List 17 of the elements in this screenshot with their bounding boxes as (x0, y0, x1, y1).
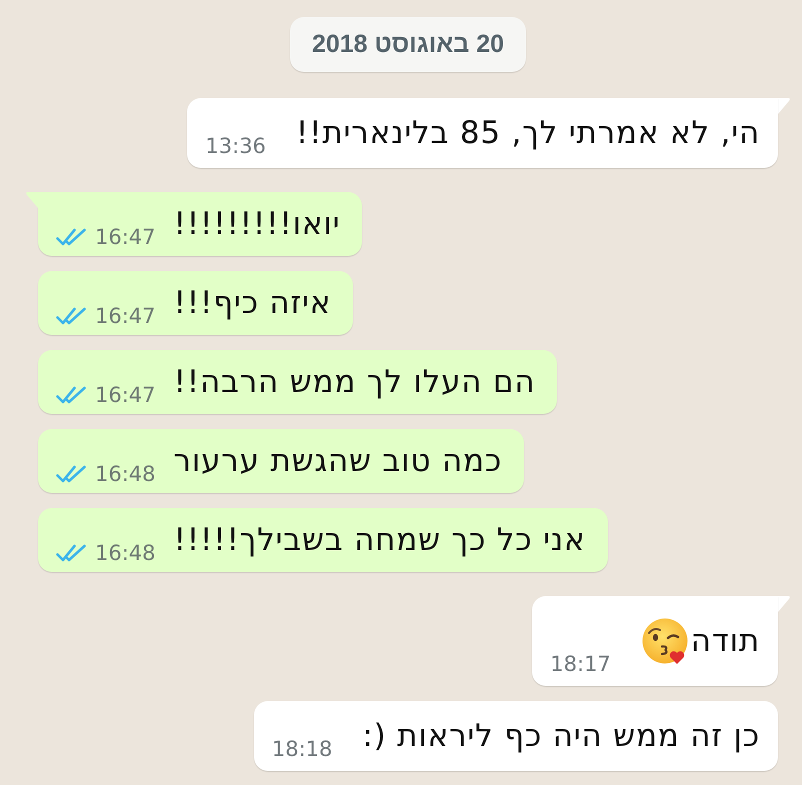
message-text: הי, לא אמרתי לך, 85 בלינארית!! (296, 114, 760, 153)
message-time: 16:48 (95, 461, 156, 487)
message-time: 18:17 (550, 651, 611, 677)
message-text: הם העלו לך ממש הרבה!! (174, 363, 536, 402)
message-time: 16:48 (95, 540, 156, 566)
message-time: 18:18 (272, 736, 332, 762)
date-chip: 20 באוגוסט 2018 (290, 17, 526, 72)
message-text: אני כל כך שמחה בשבילך!!!!! (174, 521, 586, 560)
message-time: 13:36 (205, 133, 266, 159)
message-text: איזה כיף!!! (174, 284, 332, 323)
message-text: יואו!!!!!!!!! (174, 205, 340, 244)
message-time: 16:47 (95, 303, 156, 329)
message-time: 16:47 (95, 224, 156, 250)
message-text: תודה (690, 622, 760, 661)
message-text: כמה טוב שהגשת ערעור (174, 442, 502, 481)
message-text: כן זה ממש היה כף ליראות (: (362, 717, 760, 756)
message-time: 16:47 (95, 382, 156, 408)
